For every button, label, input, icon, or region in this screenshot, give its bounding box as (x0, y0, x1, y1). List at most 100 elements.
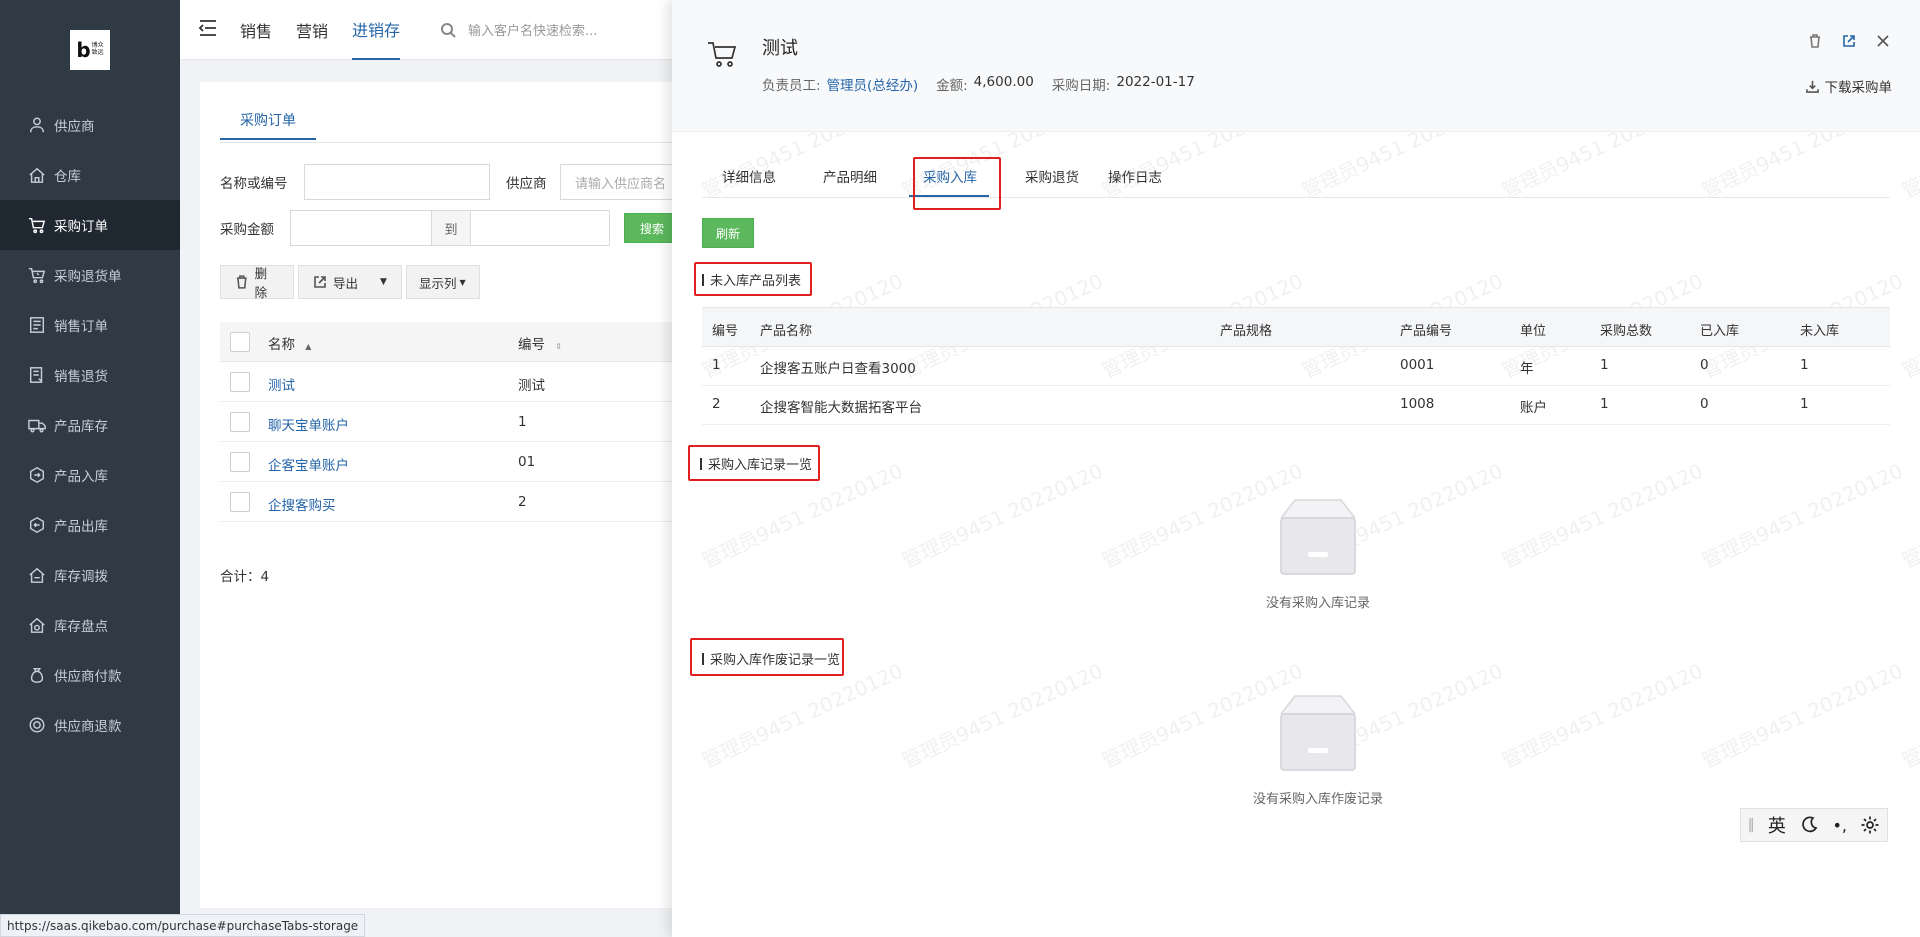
edit-icon[interactable] (1842, 34, 1856, 48)
col-product-code: 产品编号 (1400, 324, 1453, 339)
refresh-button[interactable]: 刷新 (702, 218, 754, 248)
cell-no: 2 (712, 396, 721, 412)
inventory-icon (29, 617, 45, 633)
filter-supplier-input[interactable]: 请输入供应商名 (560, 164, 680, 200)
sidebar-item-label: 采购退货单 (54, 269, 122, 285)
owner-link[interactable]: 管理员(总经办) (827, 74, 919, 94)
gear-icon[interactable] (1860, 815, 1880, 835)
date-value: 2022-01-17 (1116, 74, 1195, 90)
drawer-actions (1808, 34, 1890, 48)
row-checkbox[interactable] (230, 372, 250, 392)
empty-inbound-text: 没有采购入库记录 (1265, 596, 1370, 611)
sidebar-item-purchase-order[interactable]: 采购订单 (0, 200, 180, 250)
watermark-text: 管理员9451 20220120 (1497, 458, 1707, 574)
delete-button[interactable]: 删除 (220, 265, 294, 300)
sidebar-item-warehouse[interactable]: 仓库 (0, 150, 180, 200)
sidebar-item-sales-return[interactable]: 销售退货 (0, 350, 180, 400)
table-header: 名称 ▲ 编号 ⇕ (220, 322, 680, 362)
watermark-text: 管理员9451 20220120 (1697, 458, 1907, 574)
menu-toggle-button[interactable] (198, 19, 218, 41)
sidebar-item-stock-count[interactable]: 库存盘点 (0, 600, 180, 650)
sidebar-item-supplier[interactable]: 供应商 (0, 100, 180, 150)
tab-product-details[interactable]: 产品明细 (823, 166, 877, 186)
sidebar-item-purchase-return[interactable]: 采购退货单 (0, 250, 180, 300)
filter-amount-min-input[interactable] (290, 210, 432, 246)
owner-label: 负责员工: (762, 78, 821, 94)
sidebar-item-supplier-refund[interactable]: 供应商退款 (0, 700, 180, 750)
sidebar-item-product-inbound[interactable]: 产品入库 (0, 450, 180, 500)
col-stored: 已入库 (1700, 324, 1740, 339)
box-in-icon (29, 466, 45, 484)
table-row[interactable]: 测试 测试 (220, 362, 680, 402)
download-icon (1805, 80, 1819, 93)
table-row[interactable]: 聊天宝单账户 1 (220, 402, 680, 442)
nav-tab-sales[interactable]: 销售 (240, 0, 272, 60)
watermark-text: 管理员9451 20220120 (1897, 659, 1920, 774)
filter-amount-max-input[interactable] (470, 210, 610, 246)
columns-button[interactable]: 显示列 ▼ (406, 265, 480, 299)
filter-name-label: 名称或编号 (220, 176, 288, 192)
row-name-link[interactable]: 聊天宝单账户 (268, 414, 349, 434)
row-checkbox[interactable] (230, 412, 250, 432)
column-header-name[interactable]: 名称 ▲ (268, 333, 311, 353)
moon-icon[interactable] (1799, 815, 1819, 835)
person-icon (29, 117, 45, 133)
ime-language-toggle[interactable]: 英 (1768, 812, 1786, 838)
cell-stored: 0 (1700, 396, 1709, 412)
column-header-label: 名称 (268, 337, 295, 353)
table-row[interactable]: 企搜客购买 2 (220, 482, 680, 522)
ime-toolbar: ‖ 英 •, (1740, 808, 1888, 842)
app-logo[interactable]: b 博众 致远 (70, 30, 110, 70)
row-checkbox[interactable] (230, 492, 250, 512)
sidebar-item-sales-order[interactable]: 销售订单 (0, 300, 180, 350)
sort-icon[interactable]: ⇕ (555, 342, 562, 351)
filter-name-input[interactable] (304, 164, 490, 200)
close-icon[interactable] (1876, 34, 1890, 48)
customer-search-input[interactable]: 输入客户名快速检索... (468, 20, 597, 39)
trash-icon (236, 275, 247, 289)
sort-asc-icon[interactable]: ▲ (305, 342, 311, 351)
sidebar-item-product-stock[interactable]: 产品库存 (0, 400, 180, 450)
punctuation-toggle[interactable]: •, (1832, 816, 1847, 835)
tab-purchase-return[interactable]: 采购退货 (1025, 166, 1079, 186)
cell-total: 1 (1600, 357, 1609, 373)
cell-product-name-link[interactable]: 企搜客智能大数据拓客平台 (760, 396, 922, 416)
empty-box-icon (1280, 695, 1356, 771)
column-header-code[interactable]: 编号 ⇕ (518, 333, 562, 353)
ime-drag-handle[interactable]: ‖ (1748, 817, 1755, 833)
tab-purchase-order[interactable]: 采购订单 (220, 110, 316, 140)
table-total: 合计：4 (220, 569, 270, 585)
search-icon (441, 22, 456, 38)
select-all-checkbox[interactable] (230, 332, 250, 352)
nav-tab-marketing[interactable]: 营销 (296, 0, 328, 60)
row-name-link[interactable]: 测试 (268, 374, 295, 394)
row-checkbox[interactable] (230, 452, 250, 472)
caret-down-icon[interactable]: ▼ (380, 277, 387, 287)
row-name-link[interactable]: 企客宝单账户 (268, 454, 349, 474)
download-purchase-order-button[interactable]: 下载采购单 (1805, 76, 1893, 96)
watermark-text: 管理员9451 20220120 (1897, 459, 1920, 574)
trash-icon[interactable] (1808, 34, 1822, 48)
product-row: 1 企搜客五账户日查看3000 0001 年 1 0 1 (702, 347, 1890, 386)
export-button[interactable]: 导出 ▼ (298, 265, 402, 299)
row-name-link[interactable]: 企搜客购买 (268, 494, 336, 514)
tab-operation-log[interactable]: 操作日志 (1108, 166, 1162, 186)
empty-box-icon (1280, 499, 1356, 575)
list-icon (29, 317, 45, 333)
sidebar-item-stock-transfer[interactable]: 库存调拨 (0, 550, 180, 600)
table-row[interactable]: 企客宝单账户 01 (220, 442, 680, 482)
doc-return-icon (29, 367, 43, 383)
product-row: 2 企搜客智能大数据拓客平台 1008 账户 1 0 1 (702, 386, 1890, 425)
browser-status-url: https://saas.qikebao.com/purchase#purcha… (0, 914, 366, 937)
sidebar-item-label: 销售订单 (54, 319, 108, 335)
filter-amount-to: 到 (431, 210, 471, 246)
sidebar-item-supplier-payment[interactable]: 供应商付款 (0, 650, 180, 700)
download-label: 下载采购单 (1824, 80, 1893, 96)
transfer-icon (29, 567, 45, 583)
customer-search[interactable]: 输入客户名快速检索... (440, 20, 597, 39)
row-code: 2 (518, 494, 527, 510)
nav-tab-inventory[interactable]: 进销存 (352, 0, 401, 60)
tab-details[interactable]: 详细信息 (722, 166, 776, 186)
cell-product-name-link[interactable]: 企搜客五账户日查看3000 (760, 357, 916, 377)
sidebar-item-product-outbound[interactable]: 产品出库 (0, 500, 180, 550)
